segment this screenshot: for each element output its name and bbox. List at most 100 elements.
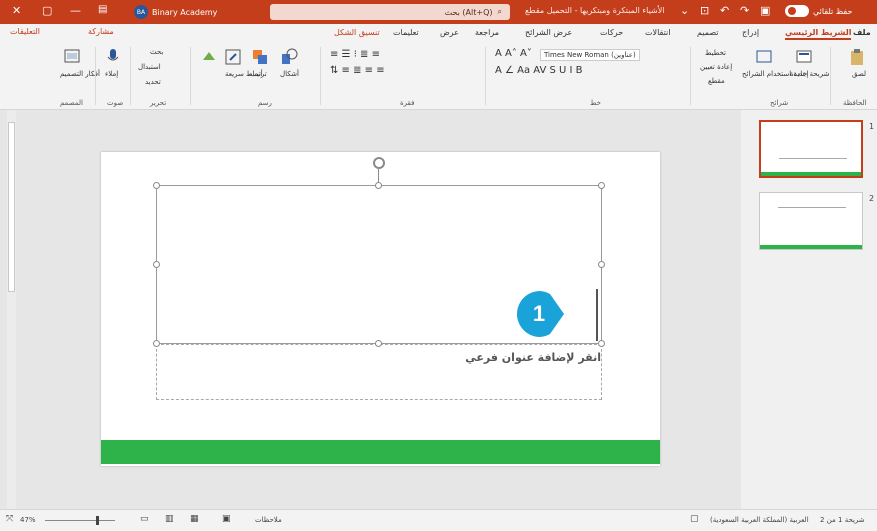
- shapes-button[interactable]: أشكال: [280, 70, 299, 78]
- autosave-label: حفظ تلقائي: [813, 6, 853, 16]
- shape-fill-icon[interactable]: [200, 48, 218, 66]
- group-label-drawing: رسم: [258, 99, 272, 107]
- language-indicator[interactable]: العربية (المملكة العربية السعودية): [710, 516, 809, 524]
- reuse-slides-icon[interactable]: [755, 48, 773, 66]
- slide-footer-bar: [101, 440, 660, 464]
- design-ideas-button[interactable]: أفكار التصميم: [60, 70, 100, 78]
- slide-number-1: 1: [869, 122, 875, 131]
- resize-handle[interactable]: [153, 340, 160, 347]
- minimize-icon[interactable]: —: [70, 4, 81, 17]
- autosave-toggle[interactable]: حفظ تلقائي: [785, 5, 852, 17]
- group-label-paragraph: فقرة: [400, 99, 415, 107]
- normal-view-icon[interactable]: ▣: [222, 514, 231, 524]
- zoom-slider-thumb[interactable]: [96, 516, 99, 525]
- quick-styles-icon[interactable]: [224, 48, 242, 66]
- subtitle-placeholder[interactable]: انقر لإضافة عنوان فرعي: [156, 344, 602, 400]
- resize-handle[interactable]: [598, 182, 605, 189]
- designer-icon[interactable]: [63, 48, 81, 66]
- comments-button[interactable]: التعليقات: [10, 27, 40, 36]
- present-icon[interactable]: ⊡: [700, 4, 709, 17]
- slide-thumbnail-2[interactable]: [759, 192, 863, 250]
- new-slide-button[interactable]: شريحة جديدة: [790, 70, 829, 78]
- reading-view-icon[interactable]: ▥: [165, 514, 174, 524]
- font-format-icons[interactable]: A ∠ Aa AV S U I B: [495, 65, 583, 76]
- restore-icon[interactable]: ▢: [42, 4, 52, 17]
- dictate-button[interactable]: إملاء: [105, 70, 118, 78]
- undo-icon[interactable]: ↶: [720, 4, 729, 17]
- paste-icon[interactable]: [848, 48, 866, 66]
- alignment-icons[interactable]: ⇅ ≡ ≣ ≡ ≡: [330, 65, 385, 76]
- tab-review[interactable]: مراجعة: [475, 28, 499, 37]
- paste-button[interactable]: لصق: [852, 70, 866, 78]
- rotate-handle-icon[interactable]: [373, 157, 385, 169]
- tab-file[interactable]: ملف: [853, 28, 871, 37]
- resize-handle[interactable]: [375, 340, 382, 347]
- group-separator: [190, 47, 191, 105]
- title-bar: ✕ ▢ — ▤ BA Binary Academy بحث (Alt+Q) ⌕ …: [0, 0, 877, 24]
- thumbnail-line: [779, 158, 847, 159]
- ribbon-display-icon[interactable]: ▤: [98, 4, 107, 15]
- slide-sorter-icon[interactable]: ▦: [190, 514, 199, 524]
- slide-number-2: 2: [869, 194, 875, 203]
- save-icon[interactable]: ▣: [760, 4, 770, 17]
- tab-slideshow[interactable]: عرض الشرائح: [525, 28, 572, 37]
- layout-button[interactable]: تخطيط: [705, 49, 726, 57]
- resize-handle[interactable]: [375, 182, 382, 189]
- new-slide-icon[interactable]: [795, 48, 813, 66]
- group-label-editing: تحرير: [150, 99, 167, 107]
- tab-transitions[interactable]: انتقالات: [645, 28, 670, 37]
- thumbnail-green-bar: [760, 245, 862, 249]
- find-button[interactable]: بحث: [150, 48, 163, 56]
- text-cursor: [596, 289, 598, 341]
- resize-handle[interactable]: [598, 261, 605, 268]
- slide-count: شريحة 1 من 2: [820, 516, 865, 524]
- accessibility-icon[interactable]: ▢: [690, 514, 699, 524]
- redo-icon[interactable]: ↷: [740, 4, 749, 17]
- notes-button[interactable]: ملاحظات: [255, 516, 282, 524]
- zoom-slider[interactable]: [45, 520, 115, 521]
- reset-button[interactable]: إعادة تعيين: [700, 63, 732, 71]
- slide-thumbnail-1[interactable]: [759, 120, 863, 178]
- tab-shape-format[interactable]: تنسيق الشكل: [334, 28, 380, 37]
- subtitle-placeholder-text: انقر لإضافة عنوان فرعي: [465, 351, 601, 364]
- search-input[interactable]: بحث (Alt+Q) ⌕: [270, 4, 510, 20]
- account-button[interactable]: BA Binary Academy: [134, 4, 217, 20]
- shapes-icon[interactable]: [280, 48, 298, 66]
- fit-to-window-icon[interactable]: ⤧: [6, 514, 13, 524]
- tab-insert[interactable]: إدراج: [742, 28, 759, 37]
- tab-help[interactable]: تعليمات: [393, 28, 419, 37]
- status-bar: ⤧ 47% ▭ ▥ ▦ ▣ ملاحظات العربية (المملكة ا…: [0, 509, 877, 531]
- tab-home[interactable]: الشريط الرئيسي: [785, 28, 852, 40]
- zoom-level[interactable]: 47%: [20, 516, 36, 524]
- font-name-select[interactable]: Times New Roman (عناوين): [540, 49, 640, 61]
- tab-view[interactable]: عرض: [440, 28, 459, 37]
- share-button[interactable]: مشاركة: [88, 27, 114, 36]
- group-separator: [485, 47, 486, 105]
- resize-handle[interactable]: [153, 182, 160, 189]
- scroll-thumb[interactable]: [8, 122, 15, 292]
- tab-design[interactable]: تصميم: [697, 28, 719, 37]
- group-separator: [95, 47, 96, 105]
- ribbon: أفكار التصميم المصمم إملاء صوت بحث استبد…: [0, 43, 877, 110]
- group-label-clipboard: الحافظة: [843, 99, 867, 107]
- avatar: BA: [134, 5, 148, 19]
- select-button[interactable]: تحديد: [145, 78, 161, 86]
- slideshow-view-icon[interactable]: ▭: [140, 514, 149, 524]
- dropdown-icon[interactable]: ⌄: [680, 4, 689, 17]
- replace-button[interactable]: استبدال: [138, 63, 161, 71]
- section-button[interactable]: مقطع: [708, 77, 725, 85]
- arrange-icon[interactable]: [251, 48, 269, 66]
- slide-thumbnail-pane: 1 2: [741, 110, 877, 509]
- microphone-icon[interactable]: [104, 48, 122, 66]
- paragraph-icons[interactable]: ≡ ☰ ⁝ ≣ ≡: [330, 49, 380, 60]
- resize-handle[interactable]: [598, 340, 605, 347]
- tab-animations[interactable]: حركات: [600, 28, 623, 37]
- vertical-scrollbar[interactable]: [7, 110, 16, 509]
- toggle-switch-icon: [785, 5, 809, 17]
- font-size-icons[interactable]: A A˄ A˅: [495, 48, 532, 59]
- close-icon[interactable]: ✕: [12, 4, 21, 17]
- arrange-button[interactable]: ترتيب: [250, 70, 267, 78]
- group-separator: [830, 47, 831, 105]
- thumbnail-green-bar: [761, 172, 861, 176]
- resize-handle[interactable]: [153, 261, 160, 268]
